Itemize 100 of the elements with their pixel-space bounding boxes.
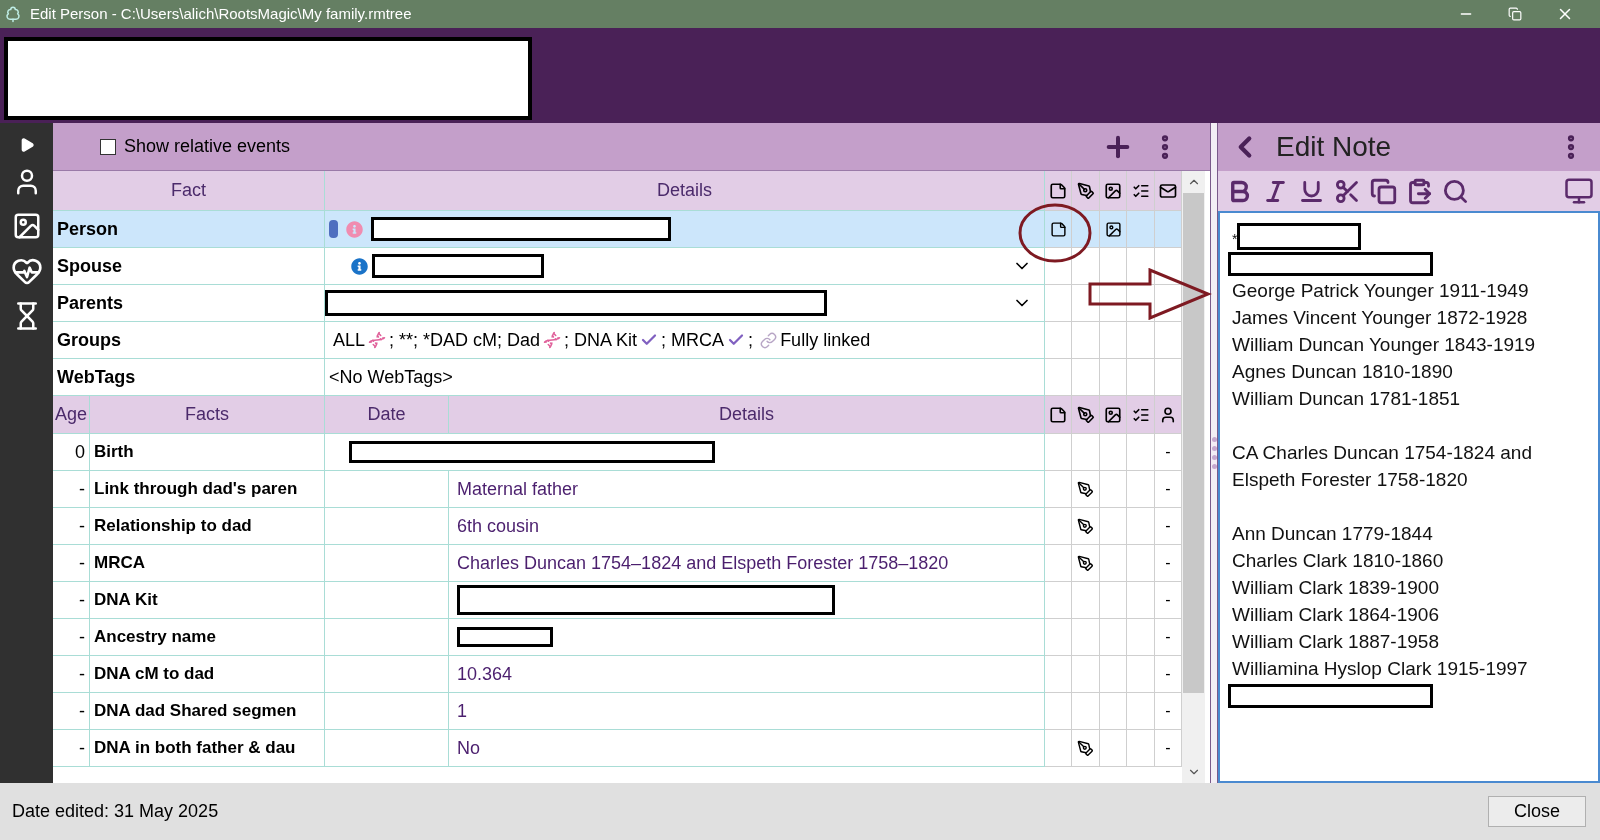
image-icon	[1104, 181, 1122, 200]
note-line: Charles Clark 1810-1860	[1232, 549, 1445, 573]
restore-icon[interactable]	[1508, 7, 1522, 21]
flag-text: -	[1165, 627, 1171, 647]
table-row[interactable]: WebTags <No WebTags>	[53, 359, 1182, 396]
fact-label: DNA in both father & dau	[94, 737, 296, 760]
note-line: William Duncan Younger 1843-1919	[1232, 333, 1537, 357]
pen-icon[interactable]	[1077, 739, 1094, 757]
info-icon	[346, 220, 363, 238]
table-row[interactable]: - DNA in both father & dau No -	[53, 730, 1182, 767]
group-text: ; DNA Kit	[564, 328, 638, 352]
note-line: Ann Duncan 1779-1844	[1232, 522, 1434, 546]
details-text: 6th cousin	[457, 514, 540, 538]
age-text: -	[79, 736, 85, 760]
scroll-bar[interactable]	[1182, 171, 1205, 783]
paste-icon[interactable]	[1406, 177, 1433, 205]
table-row[interactable]: Person	[53, 211, 1182, 248]
age-text: 0	[75, 440, 85, 464]
fact-label: Groups	[57, 328, 121, 352]
note-editor[interactable]	[1218, 211, 1600, 783]
pen-icon	[1076, 181, 1095, 200]
fact-label: DNA dad Shared segmen	[94, 700, 297, 723]
table-row[interactable]: - DNA dad Shared segmen 1 -	[53, 693, 1182, 730]
age-text: -	[79, 551, 85, 575]
group-text: ;	[748, 328, 754, 352]
fact-label: Ancestry name	[94, 626, 216, 649]
fact-label: Link through dad's paren	[94, 478, 298, 501]
fact-label: MRCA	[94, 552, 145, 575]
marker-icon	[329, 220, 338, 238]
date-edited-text: Date edited: 31 May 2025	[12, 800, 219, 823]
group-text: Fully linked	[780, 328, 871, 352]
link-icon	[760, 331, 778, 349]
column-header: Details	[719, 403, 774, 426]
note-line: CA Charles Duncan 1754-1824 and	[1232, 441, 1533, 465]
table-row[interactable]: - Ancestry name -	[53, 619, 1182, 656]
table-row[interactable]: - DNA cM to dad 10.364 -	[53, 656, 1182, 693]
table-row[interactable]: 0 Birth -	[53, 434, 1182, 471]
note-line: Elspeth Forester 1758-1820	[1232, 468, 1469, 492]
fact-label: DNA Kit	[94, 589, 158, 612]
table-row[interactable]: - Relationship to dad 6th cousin -	[53, 508, 1182, 545]
note-line: Williamina Hyslop Clark 1915-1997	[1232, 657, 1529, 681]
group-text: ; **; *DAD cM; Dad	[389, 328, 541, 352]
show-relative-events-checkbox[interactable]: Show relative events	[100, 133, 291, 160]
column-header: Fact	[171, 179, 206, 202]
flag-text: -	[1165, 442, 1171, 462]
flag-text: -	[1165, 516, 1171, 536]
details-text: 10.364	[457, 662, 513, 686]
close-button[interactable]: Close	[1488, 796, 1586, 827]
note-icon[interactable]	[1049, 220, 1067, 238]
details-text: Maternal father	[457, 477, 579, 501]
flag-text: -	[1165, 479, 1171, 499]
pen-icon	[1076, 405, 1095, 424]
panel-title: Edit Note	[1276, 130, 1392, 164]
flag-text: -	[1165, 664, 1171, 684]
dna-icon	[543, 331, 562, 349]
fact-label: Parents	[57, 291, 124, 315]
fact-label: Birth	[94, 441, 134, 464]
fact-label: Spouse	[57, 254, 122, 278]
search-icon[interactable]	[1442, 177, 1469, 205]
mail-icon	[1159, 181, 1177, 200]
pen-icon[interactable]	[1077, 554, 1094, 572]
copy-icon[interactable]	[1370, 177, 1397, 205]
column-header: Age	[55, 403, 87, 426]
age-text: -	[79, 588, 85, 612]
app-icon	[4, 5, 22, 23]
pen-icon[interactable]	[1077, 480, 1094, 498]
age-text: -	[79, 477, 85, 501]
dna-icon	[368, 331, 387, 349]
table-row[interactable]: Parents	[53, 285, 1182, 322]
group-text: ALL	[333, 328, 366, 352]
table-row[interactable]: Spouse	[53, 248, 1182, 285]
person-icon	[1159, 405, 1177, 424]
details-text: 1	[457, 699, 467, 723]
flag-text: -	[1165, 738, 1171, 758]
cut-icon[interactable]	[1334, 177, 1361, 205]
image-icon[interactable]	[1104, 220, 1122, 238]
note-line: Agnes Duncan 1810-1890	[1232, 360, 1454, 384]
table-row[interactable]: - DNA Kit -	[53, 582, 1182, 619]
flag-text: -	[1165, 590, 1171, 610]
fact-label: WebTags	[57, 365, 136, 389]
note-line: William Clark 1839-1900	[1232, 576, 1440, 600]
table-cell	[1045, 730, 1072, 767]
pen-icon[interactable]	[1077, 517, 1094, 535]
image-icon	[1104, 405, 1122, 424]
table-row[interactable]: - Link through dad's paren Maternal father -	[53, 471, 1182, 508]
table-row[interactable]: Groups ALL ; **; *DAD cM; Dad ; DNA Kit ; MRCA ; Fully linked	[53, 322, 1182, 359]
splitter[interactable]	[1210, 123, 1218, 783]
table-cell	[1127, 730, 1155, 767]
monitor-icon[interactable]	[1564, 176, 1594, 206]
note-line: James Vincent Younger 1872-1928	[1232, 306, 1529, 330]
column-header: Details	[657, 179, 712, 202]
note-line: *	[1232, 230, 1238, 249]
table-row[interactable]: - MRCA Charles Duncan 1754–1824 and Elspeth Forester 1758–1820 -	[53, 545, 1182, 582]
details-text: No	[457, 736, 480, 760]
table-cell	[1100, 730, 1127, 767]
details-text: Charles Duncan 1754–1824 and Elspeth Forester 1758–1820	[457, 551, 949, 575]
age-text: -	[79, 699, 85, 723]
column-header: Date	[367, 403, 406, 426]
fact-label: DNA cM to dad	[94, 663, 215, 686]
fact-label: Relationship to dad	[94, 515, 252, 538]
